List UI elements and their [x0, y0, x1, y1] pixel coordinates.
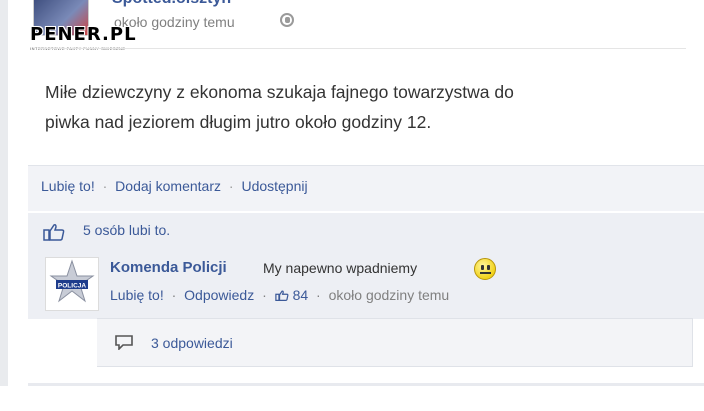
likes-bar: 5 osób lubi to.	[28, 212, 704, 250]
separator: ·	[102, 178, 108, 194]
post-text-line2: piwka nad jeziorem długim jutro około go…	[45, 112, 432, 132]
header-divider	[38, 48, 686, 49]
separator: ·	[316, 287, 321, 303]
separator: ·	[171, 287, 177, 303]
comment-like-count[interactable]: 84	[293, 287, 309, 303]
reply-bubble-icon	[115, 335, 133, 350]
actions-bar: Lubię to! · Dodaj komentarz · Udostępnij	[28, 165, 704, 211]
page-name-link[interactable]: Spotted.olsztyn	[112, 0, 231, 8]
post-text-line1: Miłe dziewczyny z ekonoma szukaja fajneg…	[45, 82, 514, 102]
post-body: Miłe dziewczyny z ekonoma szukaja fajneg…	[45, 77, 675, 137]
bottom-margin	[0, 386, 704, 411]
globe-icon	[280, 13, 294, 27]
share-link[interactable]: Udostępnij	[241, 178, 307, 194]
replies-link[interactable]: 3 odpowiedzi	[151, 335, 233, 351]
add-comment-link[interactable]: Dodaj komentarz	[115, 178, 221, 194]
thumbs-up-icon	[43, 224, 65, 241]
avatar-label: POLICJA	[58, 283, 86, 290]
smiley-icon	[474, 258, 496, 280]
comment-text: My napewno wpadniemy	[263, 260, 418, 276]
police-avatar[interactable]: POLICJA	[45, 257, 99, 311]
thumbs-up-icon	[274, 290, 289, 301]
comment-author-link[interactable]: Komenda Policji	[110, 259, 227, 276]
comment-time[interactable]: około godziny temu	[329, 287, 450, 303]
separator: ·	[262, 287, 267, 303]
comment-item: POLICJA Komenda Policji My napewno wpadn…	[28, 249, 704, 319]
replies-box[interactable]: 3 odpowiedzi	[97, 318, 693, 367]
watermark-logo: PENER.PL	[30, 24, 137, 45]
police-star-icon: POLICJA	[49, 259, 95, 303]
separator: ·	[228, 178, 234, 194]
comment-like-link[interactable]: Lubię to!	[110, 287, 164, 303]
comment-reply-link[interactable]: Odpowiedz	[184, 287, 254, 303]
post-header: Spotted.olsztyn około godziny temu PENER…	[30, 0, 690, 51]
comment-meta: Lubię to! · Odpowiedz · 84 · około godzi…	[110, 287, 449, 303]
left-border	[0, 0, 8, 386]
likes-count-link[interactable]: 5 osób lubi to.	[83, 222, 170, 238]
like-link[interactable]: Lubię to!	[41, 178, 95, 194]
